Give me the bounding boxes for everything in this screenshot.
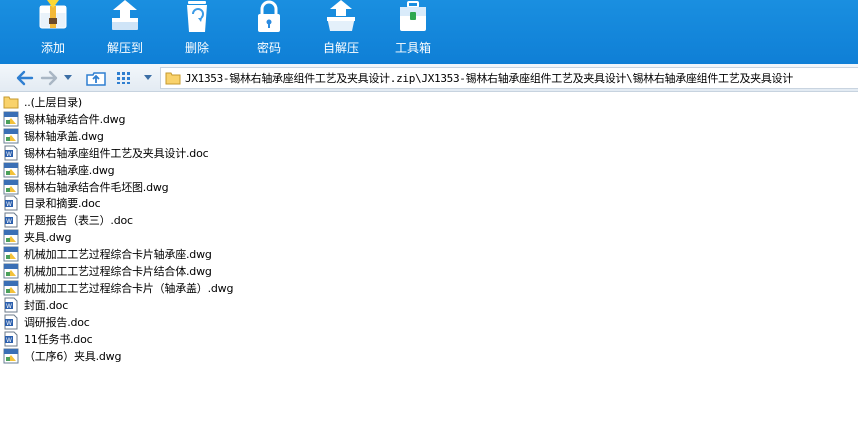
back-arrow-icon bbox=[16, 70, 34, 86]
file-row[interactable]: 夹具.dwg bbox=[3, 229, 71, 245]
path-text: JX1353-锡林右轴承座组件工艺及夹具设计.zip\JX1353-锡林右轴承座… bbox=[185, 72, 793, 85]
file-list: ..(上层目录) 锡林轴承结合件.dwg 锡林轴承盖.dwg W 锡林右轴承座组件工艺及… bbox=[0, 92, 858, 447]
up-folder-button[interactable] bbox=[84, 68, 108, 88]
svg-text:W: W bbox=[6, 218, 12, 225]
list-view-icon bbox=[117, 72, 130, 84]
up-folder-icon bbox=[86, 72, 106, 86]
file-name: 锡林右轴承座组件工艺及夹具设计.doc bbox=[24, 146, 209, 160]
forward-button[interactable] bbox=[38, 68, 60, 88]
add-archive-icon bbox=[39, 0, 67, 29]
file-row[interactable]: W 目录和摘要.doc bbox=[3, 195, 101, 211]
file-name: 锡林右轴承结合件毛坯图.dwg bbox=[24, 180, 169, 194]
file-name: 机械加工工艺过程综合卡片轴承座.dwg bbox=[24, 248, 212, 262]
file-name: （工序6）夹具.dwg bbox=[24, 349, 122, 363]
extract-to-button[interactable]: 解压到 bbox=[97, 0, 153, 64]
doc-file-icon: W bbox=[4, 145, 18, 161]
dwg-file-icon bbox=[3, 280, 19, 296]
dwg-file-icon bbox=[3, 111, 19, 127]
toolbox-icon bbox=[400, 1, 426, 31]
back-button[interactable] bbox=[14, 68, 36, 88]
dwg-file-icon bbox=[3, 179, 19, 194]
password-button-label: 密码 bbox=[256, 41, 281, 55]
file-row[interactable]: W 11任务书.doc bbox=[3, 331, 93, 347]
folder-icon bbox=[165, 72, 181, 85]
file-name: 调研报告.doc bbox=[24, 315, 90, 329]
self-extract-button[interactable]: 自解压 bbox=[313, 0, 369, 64]
doc-file-icon: W bbox=[4, 297, 18, 313]
add-button-label: 添加 bbox=[40, 41, 65, 55]
extract-to-button-label: 解压到 bbox=[106, 41, 143, 55]
chevron-down-icon bbox=[144, 75, 152, 80]
file-name: ..(上层目录) bbox=[24, 96, 82, 109]
main-toolbar: 添加 解压到 删除 密码 自解压 工具箱 bbox=[0, 0, 858, 64]
file-row[interactable]: 机械加工工艺过程综合卡片轴承座.dwg bbox=[3, 246, 212, 262]
doc-file-icon: W bbox=[4, 195, 18, 211]
add-button[interactable]: 添加 bbox=[25, 0, 81, 64]
dwg-file-icon bbox=[3, 348, 19, 363]
file-row[interactable]: W 封面.doc bbox=[3, 297, 68, 313]
svg-text:W: W bbox=[6, 201, 12, 208]
dwg-file-icon bbox=[3, 229, 19, 245]
svg-text:W: W bbox=[6, 303, 12, 310]
chevron-down-icon bbox=[64, 75, 72, 80]
file-name: 锡林轴承盖.dwg bbox=[24, 129, 104, 143]
file-name: 锡林右轴承座.dwg bbox=[24, 163, 115, 177]
file-name: 锡林轴承结合件.dwg bbox=[24, 112, 126, 126]
path-field[interactable]: JX1353-锡林右轴承座组件工艺及夹具设计.zip\JX1353-锡林右轴承座… bbox=[160, 67, 858, 89]
file-row[interactable]: （工序6）夹具.dwg bbox=[3, 348, 121, 364]
delete-button-label: 删除 bbox=[184, 41, 209, 55]
file-name: 机械加工工艺过程综合卡片（轴承盖）.dwg bbox=[24, 281, 234, 295]
self-extract-button-label: 自解压 bbox=[322, 41, 359, 55]
parent-folder-icon bbox=[3, 96, 19, 109]
forward-arrow-icon bbox=[40, 70, 58, 86]
doc-file-icon: W bbox=[4, 331, 18, 347]
svg-text:W: W bbox=[6, 151, 12, 158]
file-name: 11任务书.doc bbox=[24, 332, 93, 346]
svg-text:W: W bbox=[6, 320, 12, 327]
file-name: 开题报告（表三）.doc bbox=[24, 214, 133, 228]
doc-file-icon: W bbox=[4, 314, 18, 330]
view-mode-dropdown-button[interactable] bbox=[142, 68, 154, 88]
lock-icon bbox=[258, 0, 280, 32]
file-name: 夹具.dwg bbox=[24, 231, 72, 245]
delete-button[interactable]: 删除 bbox=[169, 0, 225, 64]
forward-dropdown-button[interactable] bbox=[62, 68, 74, 88]
file-row[interactable]: ..(上层目录) bbox=[3, 94, 82, 110]
file-row[interactable]: 机械加工工艺过程综合卡片结合体.dwg bbox=[3, 263, 212, 279]
doc-file-icon: W bbox=[4, 212, 18, 228]
dwg-file-icon bbox=[3, 128, 19, 144]
file-row[interactable]: 锡林轴承盖.dwg bbox=[3, 128, 104, 144]
extract-to-icon bbox=[112, 0, 138, 30]
recycle-bin-icon bbox=[187, 1, 207, 32]
file-row[interactable]: W 调研报告.doc bbox=[3, 314, 90, 330]
self-extract-icon bbox=[327, 0, 355, 31]
file-row[interactable]: 锡林轴承结合件.dwg bbox=[3, 111, 125, 127]
file-row[interactable]: W 锡林右轴承座组件工艺及夹具设计.doc bbox=[3, 145, 209, 161]
svg-text:W: W bbox=[6, 337, 12, 344]
dwg-file-icon bbox=[3, 263, 19, 279]
file-row[interactable]: 机械加工工艺过程综合卡片（轴承盖）.dwg bbox=[3, 280, 233, 296]
dwg-file-icon bbox=[3, 246, 19, 262]
file-row[interactable]: 锡林右轴承座.dwg bbox=[3, 162, 115, 178]
toolbox-button[interactable]: 工具箱 bbox=[385, 0, 441, 64]
password-button[interactable]: 密码 bbox=[241, 0, 297, 64]
toolbox-button-label: 工具箱 bbox=[394, 41, 431, 55]
file-name: 机械加工工艺过程综合卡片结合体.dwg bbox=[24, 265, 212, 278]
dwg-file-icon bbox=[3, 162, 19, 178]
file-row[interactable]: W 开题报告（表三）.doc bbox=[3, 212, 133, 228]
address-bar: JX1353-锡林右轴承座组件工艺及夹具设计.zip\JX1353-锡林右轴承座… bbox=[0, 64, 858, 92]
file-name: 目录和摘要.doc bbox=[24, 197, 101, 211]
file-row[interactable]: 锡林右轴承结合件毛坯图.dwg bbox=[3, 179, 169, 195]
file-name: 封面.doc bbox=[24, 298, 69, 312]
view-mode-button[interactable] bbox=[114, 68, 136, 88]
